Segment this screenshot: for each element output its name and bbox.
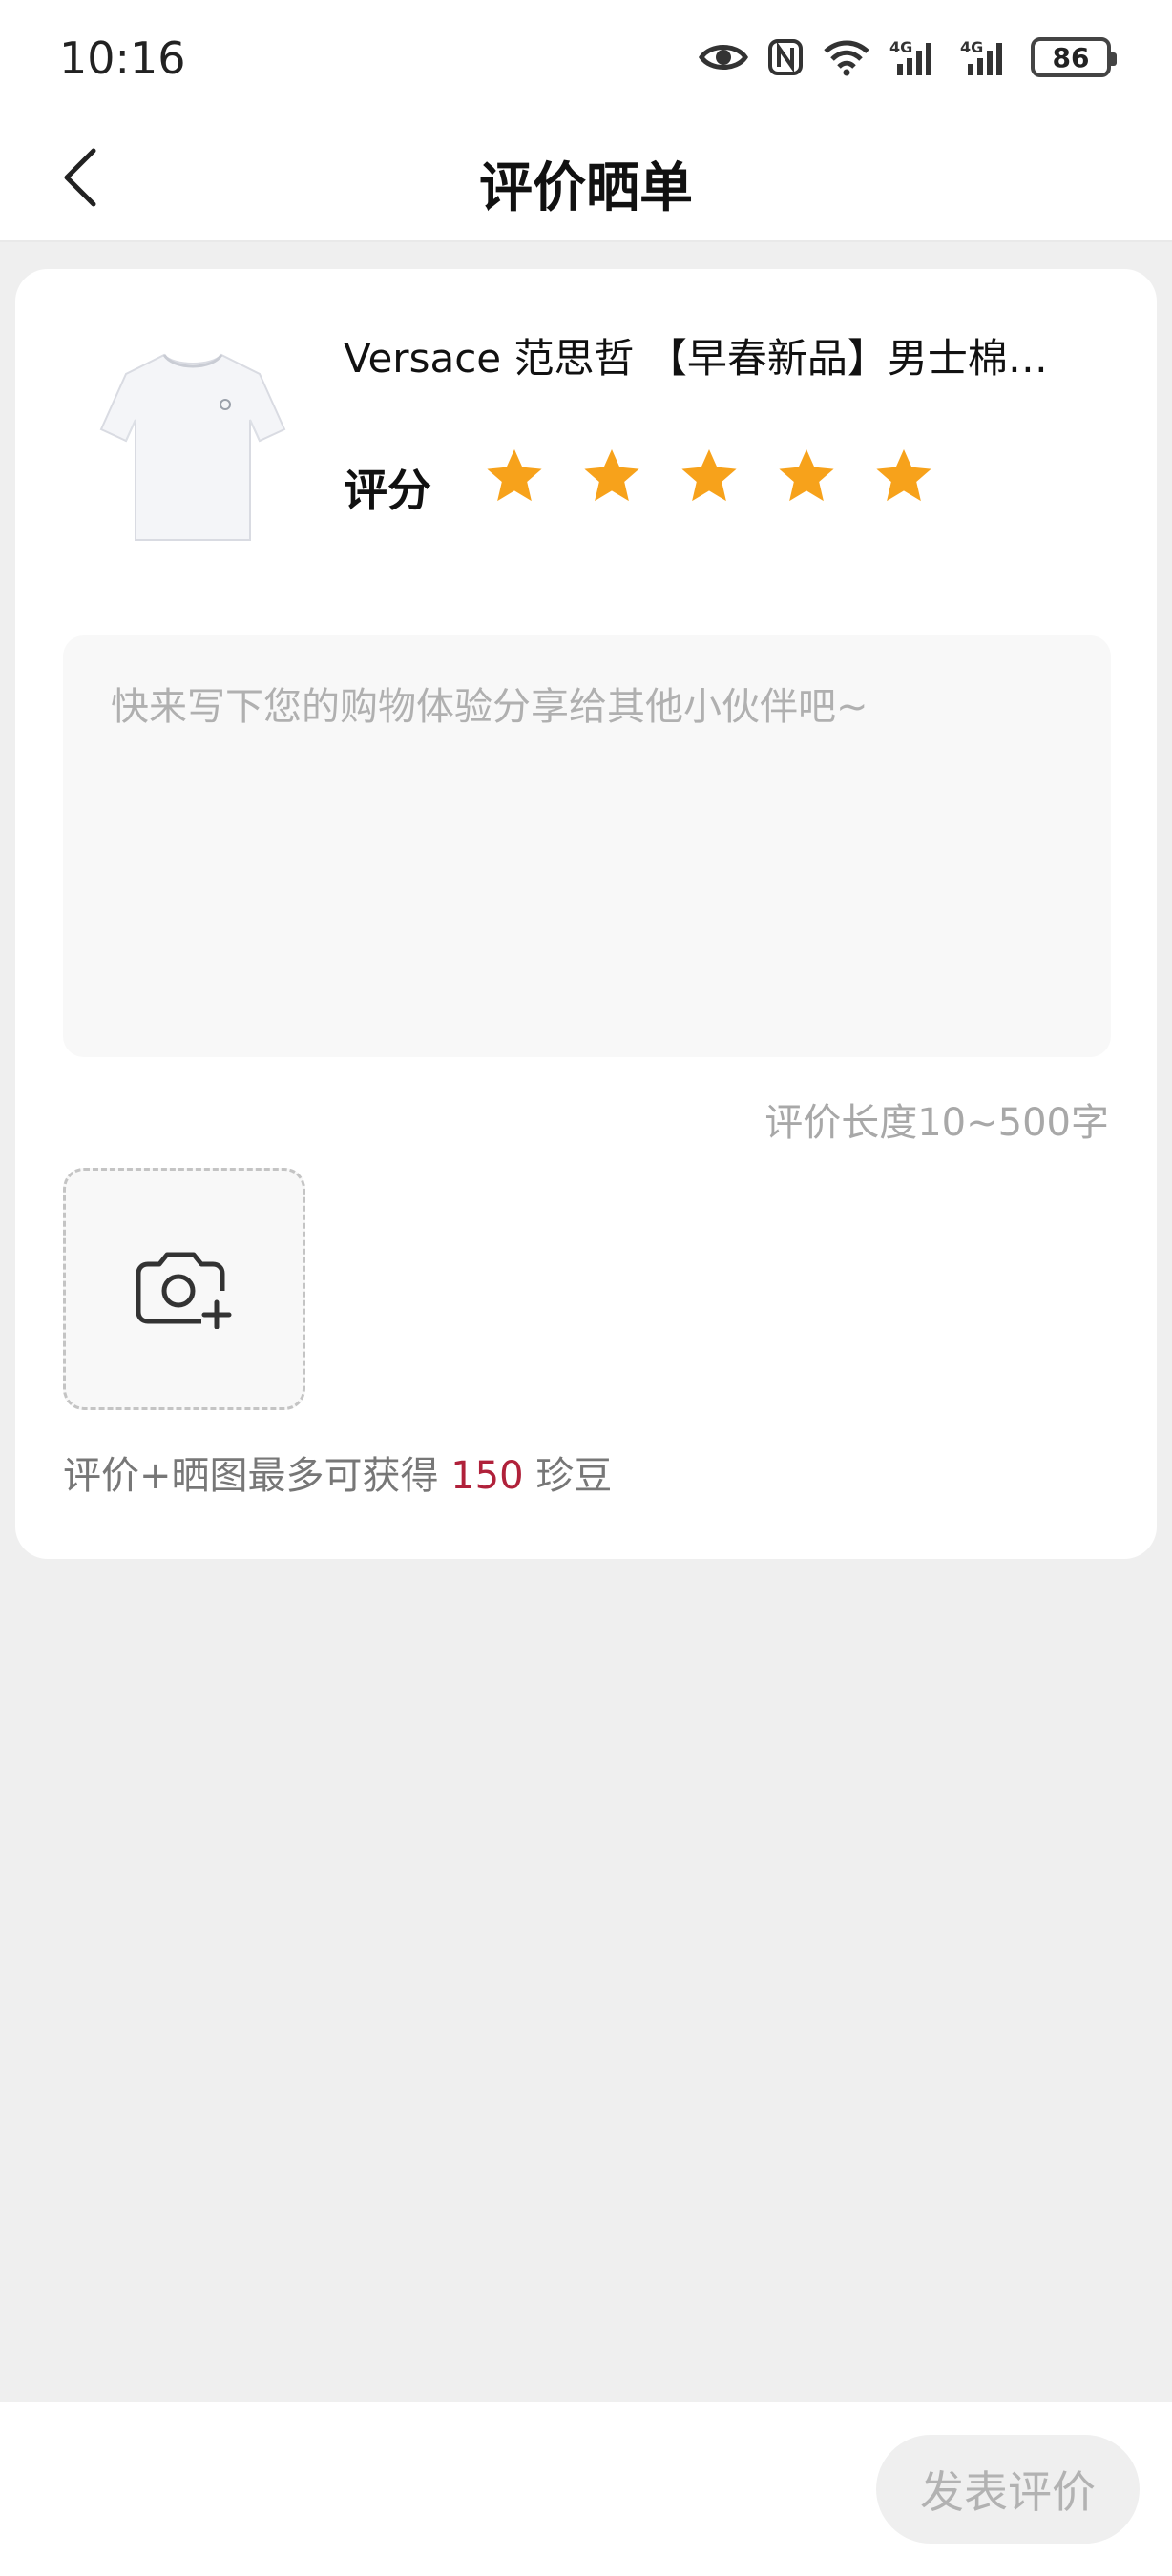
- star-icon[interactable]: [678, 445, 741, 508]
- page-title: 评价晒单: [479, 157, 693, 219]
- nfc-icon: [768, 39, 803, 75]
- product-image: [99, 353, 286, 541]
- length-hint: 评价长度10~500字: [764, 1101, 1109, 1145]
- reward-prefix: 评价+晒图最多可获得: [63, 1454, 451, 1498]
- svg-text:4G: 4G: [960, 38, 983, 56]
- signal-4g-icon: 4G: [960, 38, 1002, 75]
- rating-label: 评分: [344, 465, 431, 516]
- battery-level: 86: [1052, 41, 1090, 73]
- battery-icon: 86: [1031, 37, 1117, 77]
- status-time: 10:16: [59, 32, 186, 84]
- reward-suffix: 珍豆: [523, 1454, 613, 1498]
- header: 评价晒单: [0, 114, 1172, 242]
- status-icons: 4G 4G 86: [699, 34, 1117, 80]
- product-name[interactable]: Versace 范思哲 【早春新品】男士棉…: [344, 326, 1117, 384]
- reward-hint: 评价+晒图最多可获得 150 珍豆: [63, 1444, 612, 1500]
- svg-text:4G: 4G: [889, 38, 912, 56]
- add-photo-button[interactable]: [63, 1168, 305, 1410]
- wifi-icon: [824, 40, 869, 76]
- signal-4g-icon: 4G: [889, 38, 931, 75]
- camera-add-icon: [136, 1252, 232, 1329]
- reward-amount: 150: [450, 1454, 524, 1498]
- review-card: Versace 范思哲 【早春新品】男士棉… 评分 评价长度10~500字 评价…: [15, 269, 1157, 1559]
- star-icon[interactable]: [580, 445, 643, 508]
- bottom-bar: 发表评价: [0, 2402, 1172, 2576]
- star-icon[interactable]: [872, 445, 935, 508]
- star-rating[interactable]: [483, 445, 935, 508]
- eye-icon: [699, 45, 748, 70]
- star-icon[interactable]: [775, 445, 838, 508]
- submit-review-button[interactable]: 发表评价: [876, 2435, 1140, 2544]
- status-bar: 10:16 4G 4G 86: [0, 0, 1172, 114]
- review-input[interactable]: [63, 635, 1111, 1057]
- star-icon[interactable]: [483, 445, 546, 508]
